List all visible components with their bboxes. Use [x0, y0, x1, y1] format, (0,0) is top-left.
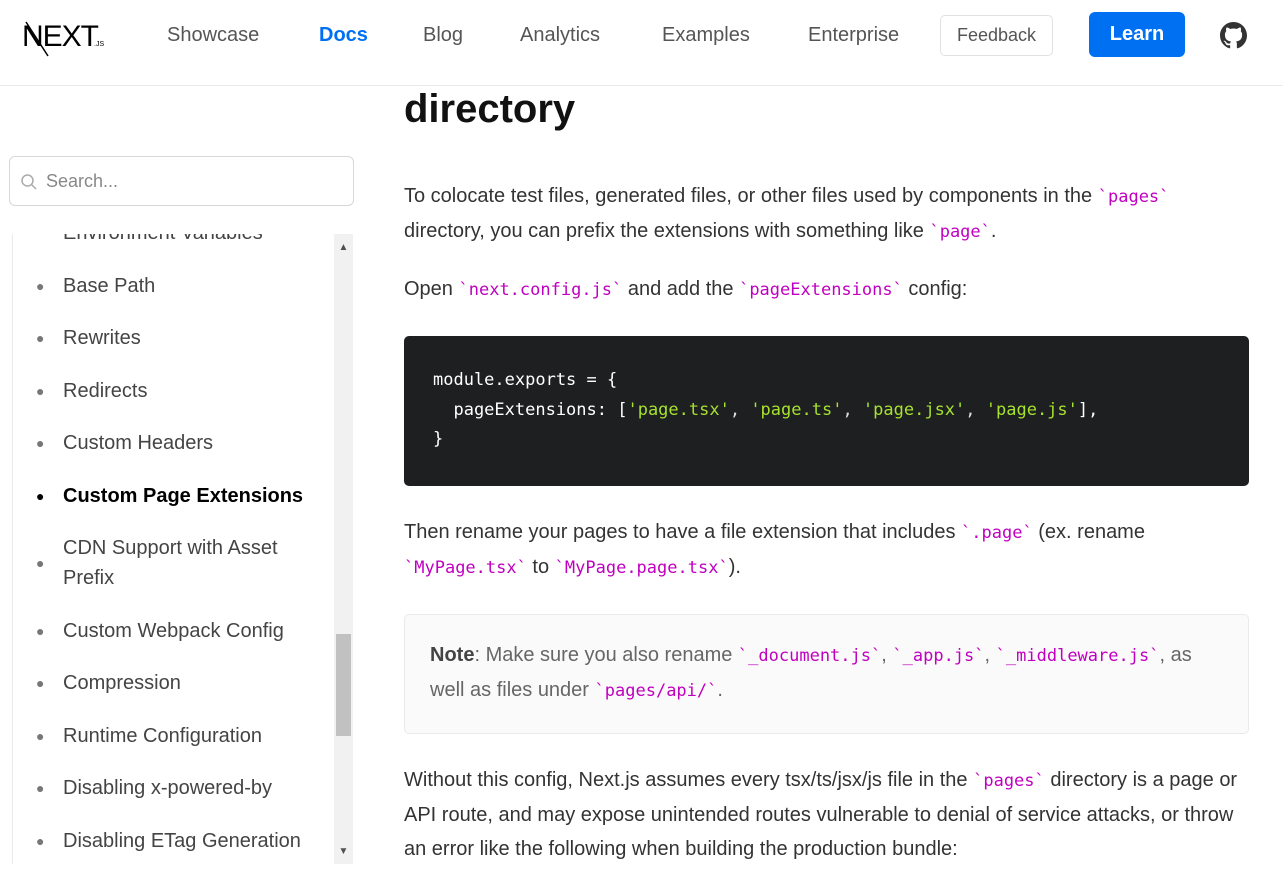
logo-suffix: .JS — [94, 41, 104, 48]
paragraph-colocate: To colocate test files, generated files,… — [404, 179, 1249, 249]
bullet-icon: ● — [36, 623, 45, 639]
inline-code: MyPage.tsx — [404, 558, 527, 578]
search-input[interactable] — [46, 165, 336, 197]
scroll-up-arrow-icon[interactable]: ▲ — [334, 234, 353, 260]
paragraph-rename: Then rename your pages to have a file ex… — [404, 515, 1249, 585]
sidebar-item-label: Custom Headers — [63, 432, 214, 454]
inline-code: .page — [961, 523, 1033, 543]
inline-code: next.config.js — [458, 280, 622, 300]
top-navbar: NEXT .JS Showcase Docs Blog Analytics Ex… — [0, 0, 1283, 86]
bullet-icon: ● — [36, 728, 45, 744]
inline-code: pages/api/ — [595, 681, 718, 701]
search-icon — [21, 174, 37, 190]
inline-code: _middleware.js — [996, 646, 1160, 666]
page-heading: directory — [404, 87, 576, 131]
sidebar-item-label: Disabling ETag Generation — [63, 830, 301, 852]
nav-blog[interactable]: Blog — [423, 22, 463, 48]
sidebar-item-label: Base Path — [63, 275, 156, 297]
bullet-icon: ● — [36, 330, 45, 346]
sidebar-item-label: Rewrites — [63, 327, 141, 349]
sidebar-item-label: Redirects — [63, 380, 148, 402]
inline-code: _app.js — [892, 646, 984, 666]
sidebar-item-label: Custom Webpack Config — [63, 620, 284, 642]
inline-code: MyPage.page.tsx — [555, 558, 729, 578]
sidebar-nav: Environment Variables ● Base Path ● Rewr… — [12, 234, 333, 864]
bullet-icon: ● — [36, 675, 45, 691]
scrollbar-thumb[interactable] — [336, 634, 351, 736]
sidebar-item-label: Disabling x-powered-by — [63, 777, 272, 799]
inline-code: pages — [1098, 187, 1170, 207]
scroll-down-arrow-icon[interactable]: ▼ — [334, 838, 353, 864]
inline-code: page — [929, 222, 990, 242]
inline-code: _document.js — [738, 646, 881, 666]
inline-code: pageExtensions — [739, 280, 903, 300]
paragraph-without-config: Without this config, Next.js assumes eve… — [404, 763, 1249, 866]
nav-examples[interactable]: Examples — [662, 22, 750, 48]
sidebar-item-label: Custom Page Extensions — [63, 485, 304, 507]
sidebar-item-label: Runtime Configuration — [63, 725, 262, 747]
feedback-button[interactable]: Feedback — [940, 15, 1053, 56]
bullet-icon: ● — [36, 555, 45, 571]
bullet-icon: ● — [36, 383, 45, 399]
inline-code: pages — [973, 771, 1045, 791]
nav-enterprise[interactable]: Enterprise — [808, 22, 899, 48]
sidebar-scrollbar[interactable]: ▲ ▼ — [334, 234, 353, 864]
code-line: } — [433, 429, 444, 449]
logo-text: NEXT — [22, 20, 99, 53]
note-label: Note — [430, 644, 475, 666]
sidebar-item-label: Environment Variables — [63, 234, 325, 248]
bullet-icon: ● — [36, 833, 45, 849]
github-icon[interactable] — [1220, 22, 1247, 49]
code-line: pageExtensions: ['page.tsx', 'page.ts', … — [433, 399, 1099, 420]
sidebar-item-label: Compression — [63, 672, 181, 694]
bullet-icon: ● — [36, 435, 45, 451]
note-callout: Note: Make sure you also rename _documen… — [404, 614, 1249, 734]
nav-docs[interactable]: Docs — [319, 22, 368, 48]
nav-showcase[interactable]: Showcase — [167, 22, 259, 48]
nav-analytics[interactable]: Analytics — [520, 22, 600, 48]
nextjs-logo[interactable]: NEXT .JS — [20, 10, 110, 60]
bullet-icon: ● — [36, 278, 45, 294]
bullet-icon: ● — [36, 780, 45, 796]
learn-button[interactable]: Learn — [1089, 12, 1185, 57]
search-box — [9, 156, 354, 206]
paragraph-open-config: Open next.config.js and add the pageExte… — [404, 272, 1249, 307]
code-block: module.exports = { pageExtensions: ['pag… — [404, 336, 1249, 486]
sidebar-item-label: CDN Support with Asset Prefix — [63, 537, 278, 589]
code-line: module.exports = { — [433, 370, 618, 390]
bullet-icon: ● — [36, 488, 45, 504]
sidebar-item-cdn-support[interactable]: ● CDN Support with Asset Prefix — [13, 533, 333, 593]
